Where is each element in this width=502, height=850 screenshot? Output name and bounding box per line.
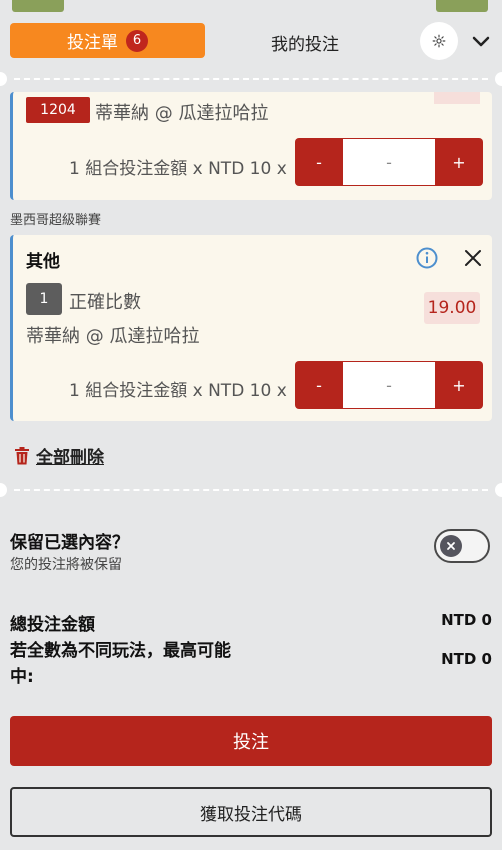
toggle-knob	[440, 535, 462, 557]
keep-selections-toggle[interactable]	[434, 529, 490, 563]
odds-chip	[434, 92, 480, 104]
info-icon[interactable]	[416, 247, 438, 269]
stake-label: 1 組合投注金額 x NTD 10 x	[69, 159, 287, 179]
settings-button[interactable]	[420, 22, 458, 60]
total-stake-label: 總投注金額	[10, 615, 95, 635]
gear-icon	[432, 34, 446, 48]
clear-all-button[interactable]: 全部刪除	[14, 443, 104, 468]
stake-input[interactable]: -	[343, 362, 435, 408]
market-title: 其他	[26, 252, 60, 272]
stake-stepper: - - +	[295, 138, 483, 186]
bet-card: 其他 1 正確比數 19.00 蒂華納 @ 瓜達拉哈拉 1 組合投注金額 x N…	[10, 235, 492, 421]
stake-stepper: - - +	[295, 361, 483, 409]
max-win-label-continued: 中:	[10, 667, 34, 687]
divider-notch	[495, 72, 502, 86]
dashed-divider	[14, 489, 488, 491]
match-name: 蒂華納 @ 瓜達拉哈拉	[26, 326, 200, 347]
place-bet-button[interactable]: 投注	[10, 716, 492, 766]
match-name: 蒂華納 @ 瓜達拉哈拉	[95, 103, 269, 124]
odds-value: 19.00	[424, 292, 480, 324]
chevron-down-icon	[472, 36, 490, 47]
background-bar	[12, 0, 64, 12]
stake-label: 1 組合投注金額 x NTD 10 x	[69, 381, 287, 401]
betslip-count-badge: 6	[126, 29, 148, 52]
tab-my-bets[interactable]: 我的投注	[230, 30, 380, 55]
divider-notch	[495, 483, 502, 497]
max-win-value: NTD 0	[441, 650, 492, 668]
divider-notch	[0, 72, 7, 86]
background-bar	[436, 0, 488, 12]
bet-card: 1204 蒂華納 @ 瓜達拉哈拉 1 組合投注金額 x NTD 10 x - -…	[10, 92, 492, 200]
max-win-label: 若全數為不同玩法，最高可能	[10, 641, 231, 661]
selection-id-chip: 1204	[26, 97, 90, 123]
tab-betslip[interactable]: 投注單 6	[10, 23, 205, 58]
stake-plus-button[interactable]: +	[435, 153, 483, 172]
dashed-divider	[14, 78, 488, 80]
tab-betslip-label: 投注單	[67, 33, 118, 53]
x-icon	[447, 542, 455, 550]
stake-minus-button[interactable]: -	[295, 376, 343, 395]
divider-notch	[0, 483, 7, 497]
close-icon[interactable]	[463, 248, 483, 268]
clear-all-label: 全部刪除	[36, 448, 104, 468]
league-name: 墨西哥超級聯賽	[10, 213, 102, 228]
selection-name: 正確比數	[69, 292, 141, 313]
stake-input[interactable]: -	[343, 139, 435, 185]
total-stake-value: NTD 0	[441, 611, 492, 629]
stake-plus-button[interactable]: +	[435, 376, 483, 395]
get-bet-code-button[interactable]: 獲取投注代碼	[10, 787, 492, 837]
collapse-button[interactable]	[468, 30, 494, 52]
betslip-header: 投注單 6 我的投注	[0, 12, 502, 70]
trash-icon	[15, 446, 29, 464]
stake-minus-button[interactable]: -	[295, 153, 343, 172]
selection-number-chip: 1	[26, 283, 62, 315]
keep-selections-title: 保留已選內容？	[10, 533, 129, 553]
keep-selections-subtitle: 您的投注將被保留	[10, 557, 122, 573]
